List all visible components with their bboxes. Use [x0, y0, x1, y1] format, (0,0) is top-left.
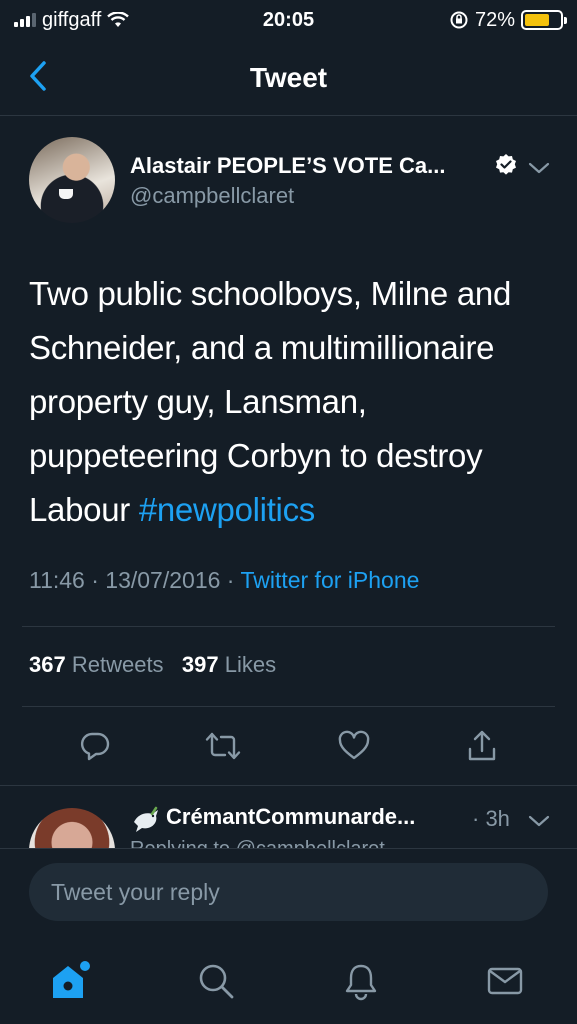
divider	[22, 626, 555, 627]
reply-time: · 3h	[472, 806, 510, 831]
retweets-stat[interactable]: 367 Retweets	[29, 652, 164, 677]
reply-avatar[interactable]	[29, 808, 115, 848]
retweets-count: 367	[29, 652, 66, 677]
tab-search[interactable]	[191, 956, 241, 1006]
avatar-cup-detail	[59, 189, 73, 199]
chevron-left-icon	[30, 61, 46, 91]
notifications-icon	[345, 964, 377, 1001]
likes-count: 397	[181, 652, 219, 677]
tab-home[interactable]	[45, 956, 95, 1006]
retweet-icon	[205, 732, 241, 760]
author-handle[interactable]: @campbellclaret	[130, 183, 294, 209]
carrier-name: giffgaff	[42, 8, 102, 31]
share-button[interactable]	[458, 722, 506, 770]
orientation-lock-icon	[450, 11, 468, 29]
reply-input[interactable]	[29, 863, 548, 921]
chevron-down-icon[interactable]	[527, 812, 551, 830]
search-icon	[199, 964, 234, 999]
tab-notifications[interactable]	[336, 956, 386, 1006]
tweet-meta: 11:46 · 13/07/2016 · Twitter for iPhone	[29, 567, 419, 594]
reply-icon	[80, 732, 110, 761]
reply-composer	[0, 848, 577, 938]
likes-stat[interactable]: 397 Likes	[182, 652, 276, 677]
reply-author-name[interactable]: CrémantCommunarde...	[166, 804, 415, 830]
battery-icon	[521, 10, 567, 30]
author-name[interactable]: Alastair PEOPLE’S VOTE Ca...	[130, 153, 445, 179]
status-left: giffgaff	[14, 8, 130, 32]
signal-strength-icon	[14, 13, 36, 27]
share-icon	[468, 730, 496, 761]
verified-badge-icon	[496, 154, 516, 175]
like-icon	[338, 730, 370, 760]
hashtag-link[interactable]: #newpolitics	[139, 491, 315, 528]
divider	[22, 706, 555, 707]
home-icon	[53, 961, 90, 998]
status-bar: giffgaff 20:05 72%	[0, 0, 577, 40]
tweet-text: Two public schoolboys, Milne and Schneid…	[29, 267, 559, 537]
like-button[interactable]	[330, 722, 378, 770]
wifi-icon	[107, 12, 130, 27]
tweet-timestamp: 11:46 · 13/07/2016 ·	[29, 567, 241, 593]
tweet-actions	[0, 722, 577, 770]
back-button[interactable]	[20, 58, 56, 94]
tweet-source-link[interactable]: Twitter for iPhone	[240, 567, 419, 593]
reply-tweet[interactable]: CrémantCommunarde... · 3h Replying to @c…	[0, 786, 577, 848]
reply-context: Replying to @campbellclaret	[130, 838, 385, 848]
messages-icon	[487, 967, 523, 995]
author-avatar[interactable]	[29, 137, 115, 223]
retweets-label: Retweets	[71, 652, 164, 677]
dove-emoji-icon	[134, 806, 158, 832]
tweet-stats: 367 Retweets 397 Likes	[29, 652, 276, 678]
retweet-button[interactable]	[199, 722, 247, 770]
page-title: Tweet	[249, 61, 328, 93]
battery-fill	[525, 14, 550, 26]
likes-label: Likes	[224, 652, 277, 677]
status-right: 72%	[449, 8, 567, 32]
nav-bar: Tweet	[0, 40, 577, 116]
reply-button[interactable]	[71, 722, 119, 770]
tab-bar	[0, 938, 577, 1024]
battery-percent: 72%	[474, 8, 515, 31]
chevron-down-icon[interactable]	[527, 159, 551, 177]
tab-messages[interactable]	[480, 956, 530, 1006]
